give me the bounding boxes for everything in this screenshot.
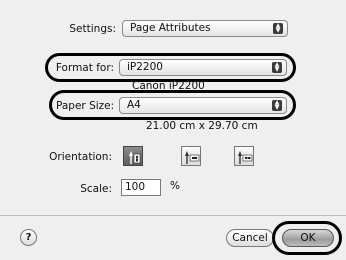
orientation-label: Orientation: [49,151,112,163]
help-button[interactable]: ? [20,229,37,246]
divider [0,215,346,216]
orientation-portrait-button[interactable] [123,146,143,166]
landscape-icon [185,151,200,164]
ok-button[interactable]: OK [282,229,334,247]
format-for-popup[interactable]: iP2200 ▲ ▼ [119,59,287,76]
landscape-reversed-icon [238,151,253,164]
scale-unit: % [170,180,180,192]
settings-label: Settings: [69,23,116,35]
orientation-landscape-reversed-button[interactable] [234,146,254,166]
popup-arrows-icon: ▲ ▼ [272,62,282,73]
scale-label: Scale: [80,183,112,195]
paper-size-popup[interactable]: A4 ▲ ▼ [119,97,287,114]
format-for-value: iP2200 [127,61,163,73]
popup-arrows-icon: ▲ ▼ [272,100,282,111]
settings-value: Page Attributes [130,22,211,34]
orientation-landscape-button[interactable] [181,146,201,166]
paper-size-value: A4 [127,99,141,111]
popup-arrows-icon: ▲ ▼ [273,23,283,34]
printer-name-text: Canon iP2200 [132,80,205,92]
paper-dimensions-text: 21.00 cm x 29.70 cm [146,120,258,132]
cancel-button[interactable]: Cancel [226,229,274,247]
scale-input[interactable]: 100 [121,179,161,196]
settings-popup[interactable]: Page Attributes ▲ ▼ [122,20,288,37]
portrait-icon [129,151,141,164]
format-for-label: Format for: [55,62,114,74]
paper-size-label: Paper Size: [56,100,115,112]
page-setup-dialog: Settings: Page Attributes ▲ ▼ Format for:… [0,0,346,260]
